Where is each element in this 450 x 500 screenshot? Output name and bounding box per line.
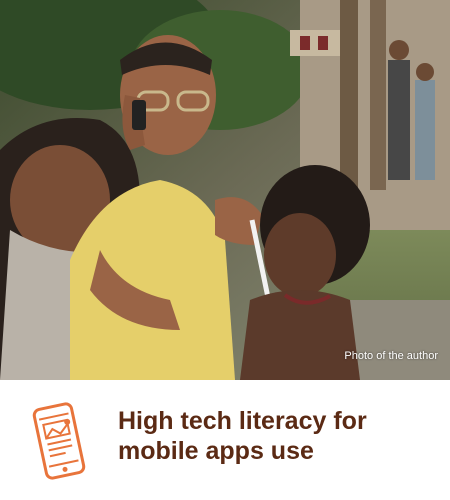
headline-line-1: High tech literacy for <box>118 407 367 435</box>
smartphone-icon <box>30 400 88 482</box>
info-card: Photo of the author High tech literacy f… <box>0 0 450 500</box>
headline-line-2: mobile apps use <box>118 437 314 465</box>
feature-headline: High tech literacy for mobile apps use <box>118 406 438 466</box>
photo-caption: Photo of the author <box>344 350 438 362</box>
author-photo: Photo of the author <box>0 0 450 380</box>
feature-footer: High tech literacy for mobile apps use <box>0 380 450 500</box>
